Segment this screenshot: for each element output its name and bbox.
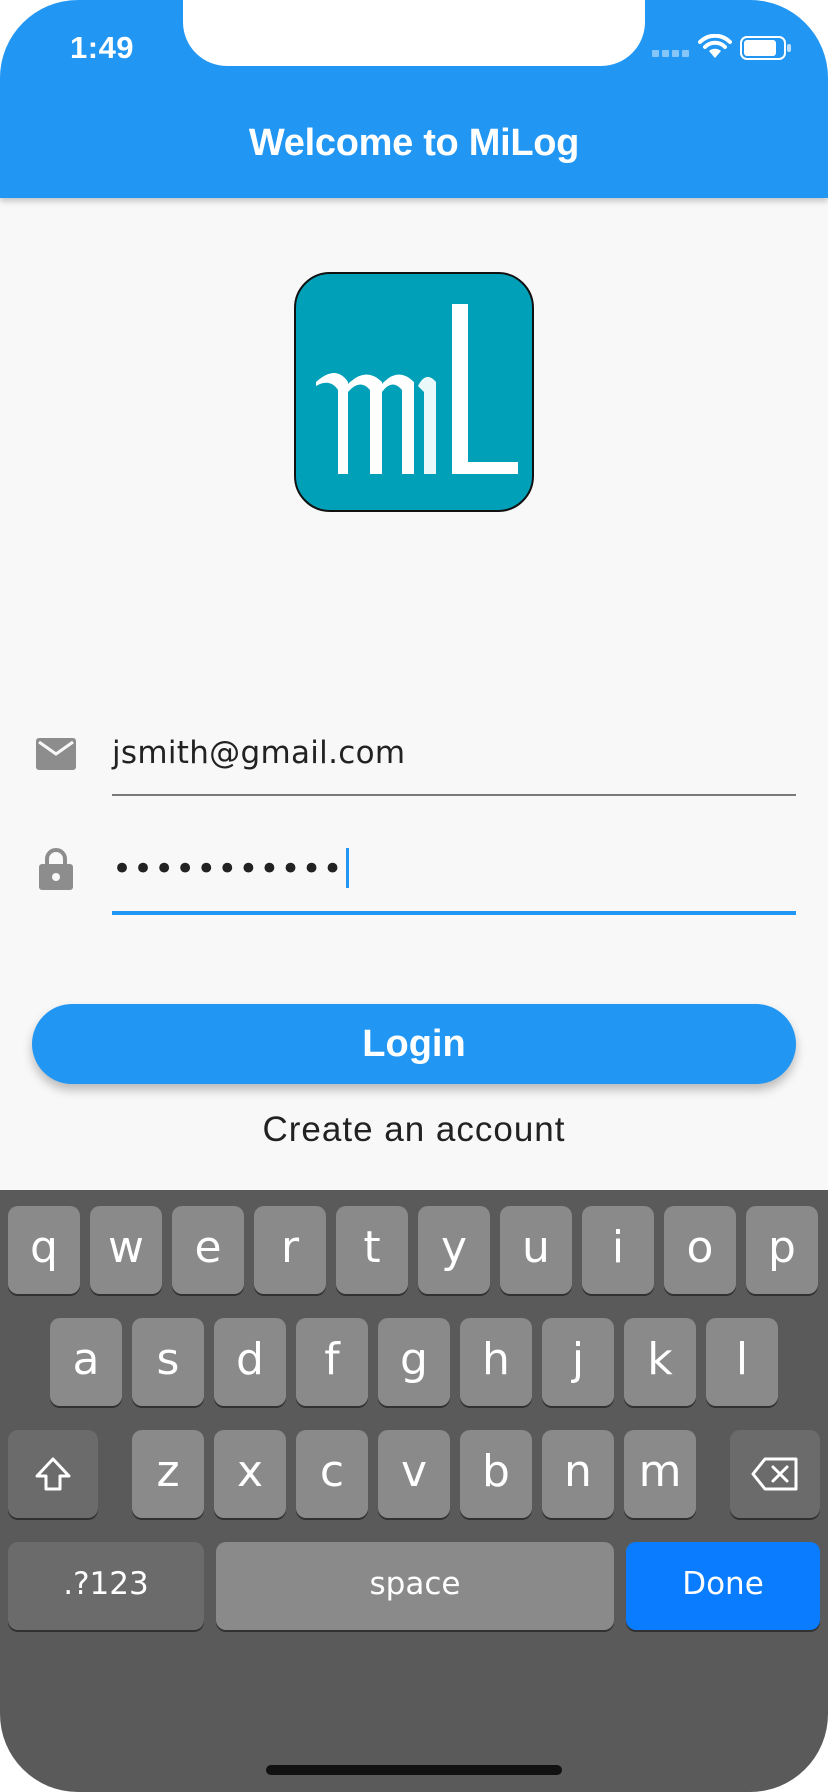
- key-j[interactable]: j: [542, 1318, 614, 1406]
- key-x[interactable]: x: [214, 1430, 286, 1518]
- backspace-key[interactable]: [730, 1430, 820, 1518]
- text-caret: [345, 848, 349, 888]
- key-e[interactable]: e: [172, 1206, 244, 1294]
- key-l[interactable]: l: [706, 1318, 778, 1406]
- device-screen: 1:49 Welcome to MiLog jsmith@gmail.com •…: [0, 0, 828, 1792]
- page-title: Welcome to MiLog: [248, 122, 580, 164]
- key-v[interactable]: v: [378, 1430, 450, 1518]
- key-w[interactable]: w: [90, 1206, 162, 1294]
- screen-notch: [183, 0, 645, 66]
- password-field-underline: [112, 911, 796, 915]
- key-b[interactable]: b: [460, 1430, 532, 1518]
- cellular-signal-icon: [652, 50, 689, 57]
- onscreen-keyboard: q w e r t y u i o p a s d f g h j k l z …: [0, 1190, 828, 1792]
- home-indicator[interactable]: [266, 1765, 562, 1775]
- shift-arrow-icon: [35, 1457, 71, 1491]
- key-o[interactable]: o: [664, 1206, 736, 1294]
- key-q[interactable]: q: [8, 1206, 80, 1294]
- numbers-key[interactable]: .?123: [8, 1542, 204, 1630]
- login-button[interactable]: Login: [32, 1004, 796, 1084]
- milog-logo: [294, 272, 534, 512]
- battery-icon: [740, 36, 791, 60]
- shift-key[interactable]: [8, 1430, 98, 1518]
- key-c[interactable]: c: [296, 1430, 368, 1518]
- key-r[interactable]: r: [254, 1206, 326, 1294]
- key-m[interactable]: m: [624, 1430, 696, 1518]
- key-u[interactable]: u: [500, 1206, 572, 1294]
- envelope-icon: [36, 738, 76, 770]
- status-time: 1:49: [70, 30, 135, 65]
- key-f[interactable]: f: [296, 1318, 368, 1406]
- lock-icon: [39, 848, 73, 890]
- email-field-underline: [112, 794, 796, 796]
- key-g[interactable]: g: [378, 1318, 450, 1406]
- backspace-icon: [751, 1457, 798, 1491]
- key-i[interactable]: i: [582, 1206, 654, 1294]
- email-field[interactable]: jsmith@gmail.com: [112, 735, 405, 771]
- key-k[interactable]: k: [624, 1318, 696, 1406]
- key-n[interactable]: n: [542, 1430, 614, 1518]
- key-z[interactable]: z: [132, 1430, 204, 1518]
- key-s[interactable]: s: [132, 1318, 204, 1406]
- space-key[interactable]: space: [216, 1542, 614, 1630]
- password-field[interactable]: •••••••••••: [112, 848, 349, 889]
- key-a[interactable]: a: [50, 1318, 122, 1406]
- done-key[interactable]: Done: [626, 1542, 820, 1630]
- wifi-icon: [698, 34, 732, 58]
- password-masked-value: •••••••••••: [112, 849, 344, 889]
- key-d[interactable]: d: [214, 1318, 286, 1406]
- key-t[interactable]: t: [336, 1206, 408, 1294]
- milog-logo-graphic: [316, 304, 518, 474]
- key-p[interactable]: p: [746, 1206, 818, 1294]
- create-account-link[interactable]: Create an account: [0, 1110, 828, 1150]
- key-h[interactable]: h: [460, 1318, 532, 1406]
- key-y[interactable]: y: [418, 1206, 490, 1294]
